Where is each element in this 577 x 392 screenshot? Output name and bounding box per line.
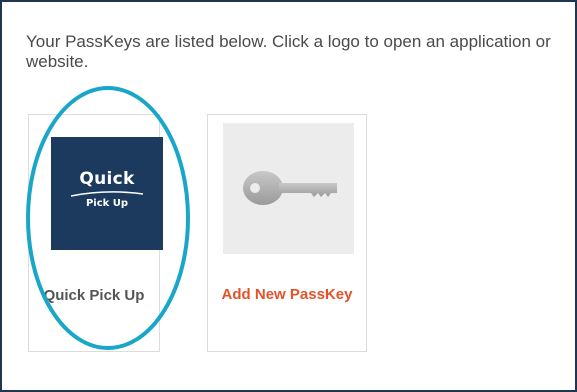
- logo-swoosh: [71, 191, 143, 197]
- logo-text-pick-up: Pick Up: [85, 198, 129, 209]
- add-new-passkey-label[interactable]: Add New PassKey: [208, 286, 366, 303]
- key-icon: [243, 171, 337, 205]
- passkey-tile-quick-pick-up[interactable]: Quick Pick Up Quick Pick Up: [28, 114, 163, 352]
- passkey-label[interactable]: Quick Pick Up: [29, 287, 159, 304]
- passkeys-panel: Your PassKeys are listed below. Click a …: [0, 0, 577, 392]
- add-passkey-logo[interactable]: [223, 123, 354, 254]
- instructions-text: Your PassKeys are listed below. Click a …: [26, 32, 551, 71]
- logo-text-quick: Quick: [79, 169, 135, 189]
- quick-pick-up-logo[interactable]: Quick Pick Up: [51, 137, 163, 250]
- add-new-passkey-tile[interactable]: Add New PassKey: [207, 114, 367, 352]
